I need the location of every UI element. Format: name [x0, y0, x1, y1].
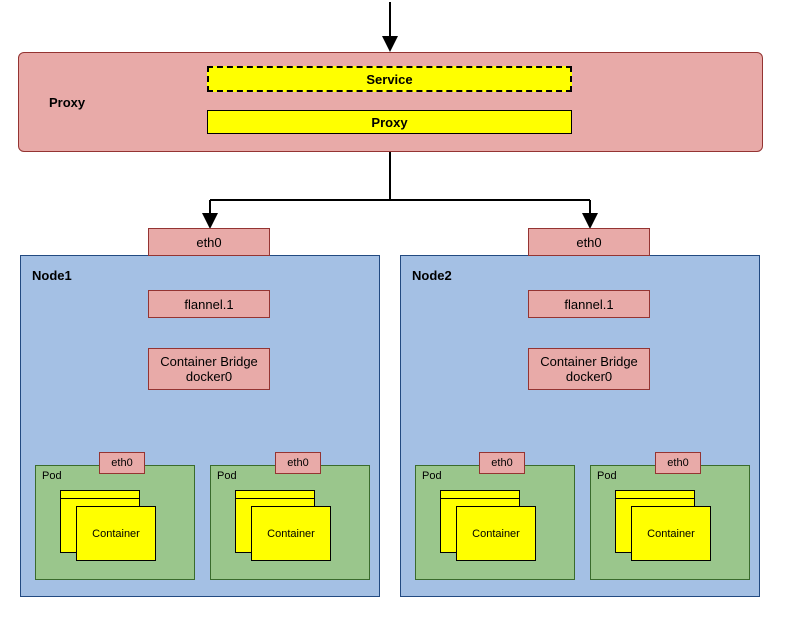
- diagram-canvas: Proxy Service Proxy Node1 eth0 flannel.1…: [0, 0, 790, 617]
- node1-pod1-label: Pod: [42, 470, 62, 482]
- proxy-panel-title: Proxy: [49, 95, 85, 110]
- node1-bridge-label: Container Bridge docker0: [160, 354, 258, 384]
- node2-pod2-label: Pod: [597, 470, 617, 482]
- proxy-label: Proxy: [371, 115, 407, 130]
- node1-bridge: Container Bridge docker0: [148, 348, 270, 390]
- service-box: Service: [207, 66, 572, 92]
- container-label: Container: [647, 528, 695, 540]
- node2-flannel: flannel.1: [528, 290, 650, 318]
- node2-title: Node2: [412, 268, 452, 283]
- node1-title: Node1: [32, 268, 72, 283]
- container-label: Container: [267, 528, 315, 540]
- node2-bridge: Container Bridge docker0: [528, 348, 650, 390]
- node1-pod2-eth0-label: eth0: [287, 457, 308, 469]
- node2-flannel-label: flannel.1: [564, 297, 613, 312]
- node2-pod2-eth0-label: eth0: [667, 457, 688, 469]
- node1-pod1-eth0-label: eth0: [111, 457, 132, 469]
- node1-pod2-eth0: eth0: [275, 452, 321, 474]
- container-label: Container: [92, 528, 140, 540]
- node1-flannel-label: flannel.1: [184, 297, 233, 312]
- node1-eth0-label: eth0: [196, 235, 221, 250]
- node2-pod1-eth0: eth0: [479, 452, 525, 474]
- node2-eth0: eth0: [528, 228, 650, 256]
- node2-bridge-label: Container Bridge docker0: [540, 354, 638, 384]
- node1-flannel: flannel.1: [148, 290, 270, 318]
- service-label: Service: [366, 72, 412, 87]
- node2-eth0-label: eth0: [576, 235, 601, 250]
- node1-pod1-eth0: eth0: [99, 452, 145, 474]
- node2-pod1-label: Pod: [422, 470, 442, 482]
- container-label: Container: [472, 528, 520, 540]
- watermark: @51CTO博客: [697, 596, 786, 615]
- node2-pod2-eth0: eth0: [655, 452, 701, 474]
- proxy-box: Proxy: [207, 110, 572, 134]
- node1-pod2-label: Pod: [217, 470, 237, 482]
- node1-eth0: eth0: [148, 228, 270, 256]
- node2-pod1-eth0-label: eth0: [491, 457, 512, 469]
